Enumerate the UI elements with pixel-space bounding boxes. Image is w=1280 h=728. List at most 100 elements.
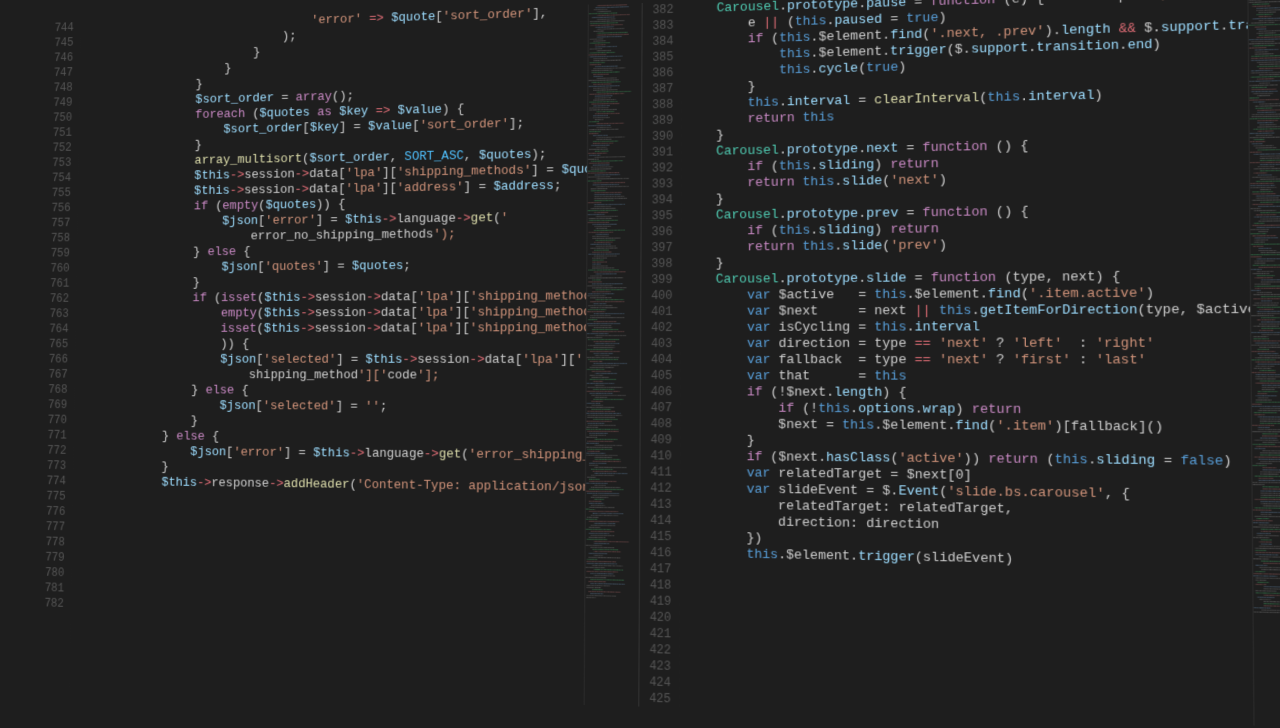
line-number: 761 bbox=[41, 276, 70, 291]
line-number: 425 bbox=[639, 690, 671, 707]
line-number: 406 bbox=[640, 384, 672, 400]
line-number: 405 bbox=[640, 368, 672, 384]
line-number: 776 bbox=[37, 504, 66, 520]
line-number: 747 bbox=[44, 65, 73, 81]
minimap-right[interactable]: ltskckqtbgkjhmgcrriegkntrqtojqfdsonpjm r… bbox=[1247, 0, 1280, 728]
line-number: 412 bbox=[640, 480, 672, 496]
line-number: 397 bbox=[641, 240, 673, 256]
line-number: 778 bbox=[36, 534, 65, 550]
code-line[interactable]: isset($this->session->data['lpa']['shipp… bbox=[79, 320, 585, 337]
line-number: 762 bbox=[40, 291, 69, 306]
line-number: 756 bbox=[42, 201, 71, 216]
line-number: 403 bbox=[640, 336, 672, 352]
line-number: 744 bbox=[45, 20, 74, 36]
line-number: 773 bbox=[37, 458, 66, 474]
line-number: 416 bbox=[639, 545, 671, 562]
line-number: 404 bbox=[640, 352, 672, 368]
line-gutter-right: 3823833843853863873883893903913923933943… bbox=[639, 2, 682, 708]
line-number: 419 bbox=[639, 593, 671, 610]
line-number: 768 bbox=[39, 382, 68, 397]
line-number: 779 bbox=[36, 550, 65, 566]
line-number: 399 bbox=[641, 272, 673, 288]
editor-pane-right: 3823833843853863873883893903913923933943… bbox=[639, 0, 1280, 728]
code-line[interactable]: $json['selected'] = $this->session->data… bbox=[79, 352, 586, 368]
line-number: 384 bbox=[642, 33, 674, 50]
line-number: 411 bbox=[640, 464, 672, 480]
line-number: 409 bbox=[640, 432, 672, 448]
code-line[interactable]: shipping_method']['code']; bbox=[78, 367, 585, 384]
line-number: 394 bbox=[641, 192, 673, 208]
line-number: 770 bbox=[38, 413, 67, 428]
line-number: 746 bbox=[45, 50, 74, 66]
line-number: 754 bbox=[43, 170, 72, 186]
line-number: 410 bbox=[640, 448, 672, 464]
line-number: 763 bbox=[40, 306, 69, 321]
code-area-left[interactable]: 'error' => $quote['sort_order'], ); } } … bbox=[70, 5, 588, 705]
code-area-right[interactable]: Carousel.prototype.pause = function (e) … bbox=[679, 0, 1254, 726]
line-number: 765 bbox=[40, 337, 69, 352]
line-number: 387 bbox=[642, 81, 674, 98]
code-line[interactable]: var fallback = type == 'next' ? 'first' … bbox=[684, 352, 1250, 369]
code-line[interactable]: var that = this bbox=[684, 368, 1251, 386]
line-number: 752 bbox=[43, 140, 72, 156]
line-number: 423 bbox=[639, 658, 671, 675]
line-number: 383 bbox=[642, 18, 674, 35]
line-number: 400 bbox=[641, 288, 673, 304]
line-number: 777 bbox=[36, 519, 65, 535]
line-number: 764 bbox=[40, 322, 69, 337]
line-number: 750 bbox=[44, 110, 73, 126]
line-number: 382 bbox=[642, 2, 674, 19]
line-number: 757 bbox=[42, 216, 71, 231]
line-number: 775 bbox=[37, 489, 66, 505]
line-number: 414 bbox=[640, 512, 672, 529]
line-number: 758 bbox=[42, 231, 71, 246]
code-line[interactable]: )) { bbox=[79, 336, 586, 352]
line-number: 388 bbox=[642, 97, 674, 114]
code-line[interactable]: var direction = type == 'next' ? 'left' … bbox=[684, 335, 1250, 352]
line-number: 748 bbox=[44, 80, 73, 96]
line-number: 391 bbox=[641, 144, 673, 160]
line-number: 389 bbox=[642, 113, 674, 129]
editor-pane-left: 7447457467477487497507517527537547557567… bbox=[34, 3, 642, 707]
line-number: 393 bbox=[641, 176, 673, 192]
line-number: 749 bbox=[44, 95, 73, 111]
line-number: 424 bbox=[639, 674, 671, 691]
line-number: 774 bbox=[37, 473, 66, 489]
line-number: 392 bbox=[641, 160, 673, 176]
line-number: 408 bbox=[640, 416, 672, 432]
line-number: 396 bbox=[641, 224, 673, 240]
line-number: 421 bbox=[639, 625, 671, 642]
line-number: 417 bbox=[639, 561, 671, 578]
line-number: 401 bbox=[641, 304, 673, 320]
line-number: 753 bbox=[43, 155, 72, 171]
minimap-left[interactable]: caqtldrchmfqb bajadfpgnctddlbtlcrarokotn… bbox=[583, 3, 641, 707]
code-line[interactable]: empty($this->session->data['lpa']['shipp… bbox=[79, 304, 585, 321]
line-number: 413 bbox=[640, 496, 672, 513]
line-number: 385 bbox=[642, 49, 674, 66]
line-number: 390 bbox=[641, 129, 673, 145]
line-number: 759 bbox=[41, 246, 70, 261]
line-number: 407 bbox=[640, 400, 672, 416]
code-line[interactable]: var $next = next || this.getItemForDirec… bbox=[684, 302, 1250, 320]
line-number: 767 bbox=[39, 367, 68, 382]
line-number: 766 bbox=[39, 352, 68, 367]
line-number: 781 bbox=[35, 580, 64, 596]
line-number: 395 bbox=[641, 208, 673, 224]
line-number: 386 bbox=[642, 65, 674, 82]
line-number: 415 bbox=[640, 529, 672, 546]
line-number: 745 bbox=[45, 35, 74, 51]
line-number: 760 bbox=[41, 261, 70, 276]
line-number: 398 bbox=[641, 256, 673, 272]
line-number: 422 bbox=[639, 642, 671, 659]
line-number: 772 bbox=[38, 443, 67, 458]
line-number: 402 bbox=[641, 320, 673, 336]
line-number: 769 bbox=[39, 397, 68, 412]
line-number: 771 bbox=[38, 428, 67, 443]
line-number: 418 bbox=[639, 577, 671, 594]
code-line[interactable]: var isCycling = this.interval bbox=[684, 318, 1250, 336]
line-number: 782 bbox=[35, 596, 64, 612]
line-number: 780 bbox=[36, 565, 65, 581]
line-number: 751 bbox=[43, 125, 72, 141]
line-number: 755 bbox=[42, 186, 71, 201]
line-number: 420 bbox=[639, 609, 671, 626]
